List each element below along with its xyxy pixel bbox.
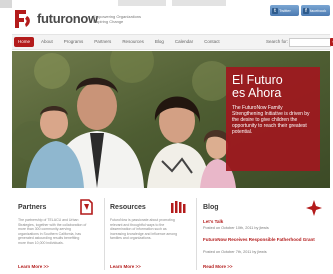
facebook-label: facebook — [310, 8, 327, 13]
facebook-button[interactable]: f facebook — [301, 5, 330, 16]
twitter-icon: t — [272, 7, 278, 14]
resources-title: Resources — [110, 204, 146, 211]
blog-icon — [306, 200, 322, 216]
blog-title: Blog — [203, 204, 219, 211]
nav-contact[interactable]: Contact — [200, 37, 224, 47]
hero-text: The FuturoNow Family Strengthening Initi… — [232, 105, 310, 135]
partners-text: The partnership of TELACU and Urban Stra… — [18, 218, 87, 245]
nav-items: Home About Programs Partners Resources B… — [14, 37, 224, 47]
resources-learn-more-link[interactable]: Learn More >> — [110, 264, 141, 269]
search-label: Search for: — [266, 39, 289, 44]
social-links: t Twitter f facebook — [270, 5, 330, 16]
twitter-button[interactable]: t Twitter — [270, 5, 299, 16]
nav-partners[interactable]: Partners — [90, 37, 115, 47]
blog-read-more-link[interactable]: Read More >> — [203, 264, 233, 269]
blog-post-date: Posted on October 7th, 2011 by jlewis — [203, 250, 267, 254]
tagline-line2: Inspiring Change — [93, 19, 124, 24]
facebook-icon: f — [303, 7, 309, 14]
partners-title: Partners — [18, 204, 47, 211]
hero-title: El Futuro es Ahora — [232, 74, 314, 100]
header-strip — [118, 0, 166, 6]
partners-learn-more-link[interactable]: Learn More >> — [18, 264, 49, 269]
column-divider — [196, 198, 197, 270]
page-corner — [0, 0, 12, 8]
blog-post-title[interactable]: FuturoNow Receives Responsible Fatherhoo… — [203, 237, 323, 242]
nav-calendar[interactable]: Calendar — [171, 37, 197, 47]
header-strip — [172, 0, 226, 6]
search-input[interactable] — [289, 38, 331, 47]
nav-resources[interactable]: Resources — [118, 37, 148, 47]
resources-text: FuturoNow is passionate about promoting … — [110, 218, 178, 240]
futuronow-logo-icon[interactable] — [13, 8, 32, 30]
twitter-label: Twitter — [279, 8, 291, 13]
nav-programs[interactable]: Programs — [60, 37, 88, 47]
nav-about[interactable]: About — [37, 37, 57, 47]
blog-post-date: Posted on October 10th, 2011 by jlewis — [203, 226, 269, 230]
hero-banner: El Futuro es Ahora The FuturoNow Family … — [12, 51, 330, 188]
nav-blog[interactable]: Blog — [151, 37, 168, 47]
hero-callout: El Futuro es Ahora The FuturoNow Family … — [226, 67, 320, 171]
partners-icon — [80, 199, 93, 215]
logo-wordmark[interactable]: futuronow — [37, 11, 98, 26]
column-divider — [104, 198, 105, 270]
tagline: Empowering Organizations Inspiring Chang… — [93, 14, 141, 24]
main-nav: Home About Programs Partners Resources B… — [12, 34, 333, 50]
resources-icon — [171, 201, 186, 213]
hero-title-line2: es Ahora — [232, 86, 282, 100]
blog-post-title[interactable]: Let's Talk — [203, 219, 223, 224]
nav-home[interactable]: Home — [14, 37, 35, 47]
